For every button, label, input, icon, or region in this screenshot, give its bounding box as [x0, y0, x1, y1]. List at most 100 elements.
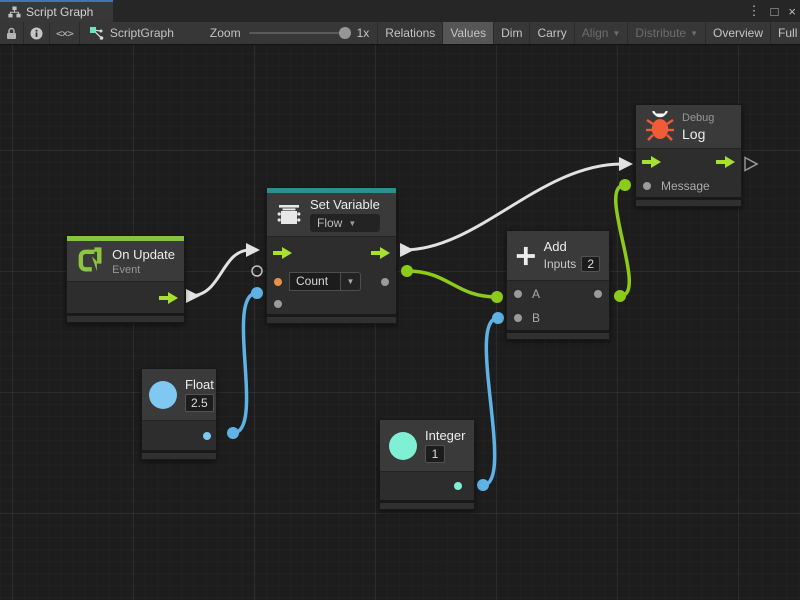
float-output-port[interactable]	[203, 432, 211, 440]
node-on-update[interactable]: On Update Event	[66, 235, 185, 323]
node-subtitle: Event	[112, 264, 175, 276]
node-set-variable[interactable]: Set Variable Flow ▼ Count ▼	[266, 187, 397, 324]
flow-input-port[interactable]	[273, 247, 292, 259]
window-menu-icon[interactable]: ⋮	[748, 3, 761, 19]
wire-setvariable-to-add-a[interactable]	[407, 271, 497, 297]
info-icon	[30, 27, 43, 40]
hierarchy-icon	[8, 6, 21, 18]
variable-icon	[276, 202, 302, 227]
flow-arrowhead	[619, 157, 633, 171]
unconnected-flow-port[interactable]	[745, 158, 757, 171]
wire-endpoint	[492, 312, 504, 324]
flow-output-port[interactable]	[716, 156, 735, 168]
node-category: Debug	[682, 112, 714, 124]
port-label-message: Message	[661, 179, 710, 193]
node-debug-log[interactable]: Debug Log Message	[635, 104, 742, 207]
integer-value-field[interactable]: 1	[425, 445, 445, 463]
overview-button[interactable]: Overview	[705, 22, 770, 44]
fullscreen-button[interactable]: Full Screen	[770, 22, 800, 44]
node-integer[interactable]: Integer 1	[379, 419, 475, 510]
wire-endpoint	[251, 287, 263, 299]
chevron-down-icon: ▼	[690, 29, 698, 38]
tab-bar: Script Graph ⋮ □ ×	[0, 0, 800, 22]
float-icon	[149, 381, 177, 409]
wire-onupdate-to-setvariable[interactable]	[190, 250, 250, 296]
wire-float-to-setvariable[interactable]	[233, 293, 257, 433]
integer-output-port[interactable]	[454, 482, 462, 490]
chevron-down-icon[interactable]: ▼	[341, 272, 361, 291]
flow-arrowhead	[186, 289, 200, 303]
graph-breadcrumb[interactable]: ScriptGraph	[80, 22, 184, 44]
tab-title: Script Graph	[26, 5, 93, 19]
sum-output-port[interactable]	[594, 290, 602, 298]
graph-canvas[interactable]: On Update Event Set Variable	[0, 45, 800, 600]
wire-endpoint	[477, 479, 489, 491]
zoom-slider-handle[interactable]	[339, 27, 351, 39]
input-b-port[interactable]	[514, 314, 522, 322]
wire-integer-to-add-b[interactable]	[483, 318, 498, 485]
node-footer	[636, 197, 741, 206]
graph-name: ScriptGraph	[110, 26, 174, 40]
maximize-icon[interactable]: □	[771, 4, 779, 19]
chevron-down-icon: ▼	[612, 29, 620, 38]
value-output-port[interactable]	[381, 278, 389, 286]
wire-endpoint	[614, 290, 626, 302]
node-footer	[67, 313, 184, 322]
float-value-field[interactable]: 2.5	[185, 394, 214, 412]
variable-name-field[interactable]: Count ▼	[289, 272, 361, 291]
node-title: Float	[185, 377, 214, 392]
flow-arrowhead	[400, 243, 414, 257]
node-footer	[267, 314, 396, 323]
graph-toolbar: <×> ScriptGraph Zoom 1x Relations Values…	[0, 22, 800, 45]
align-button[interactable]: Align ▼	[574, 22, 628, 44]
inputs-count-field[interactable]: 2	[581, 256, 600, 272]
node-title: Add	[544, 239, 600, 254]
node-title: Set Variable	[310, 197, 380, 212]
port-label-a: A	[532, 287, 540, 301]
input-a-port[interactable]	[514, 290, 522, 298]
flow-input-port[interactable]	[642, 156, 661, 168]
node-float[interactable]: Float 2.5	[141, 368, 217, 460]
node-footer	[142, 450, 216, 459]
lock-button[interactable]	[0, 22, 24, 44]
zoom-label: Zoom	[210, 26, 241, 40]
message-input-port[interactable]	[643, 182, 651, 190]
wire-endpoint	[401, 265, 413, 277]
dim-button[interactable]: Dim	[493, 22, 529, 44]
zoom-value: 1x	[357, 26, 370, 40]
node-footer	[507, 330, 609, 339]
wire-endpoint	[619, 179, 631, 191]
wire-endpoint	[491, 291, 503, 303]
chevron-down-icon: ▼	[348, 219, 356, 228]
unconnected-value-port[interactable]	[252, 266, 262, 276]
node-footer	[380, 500, 474, 509]
node-title: Integer	[425, 428, 465, 443]
tab-script-graph[interactable]: Script Graph	[0, 0, 113, 22]
info-button[interactable]	[24, 22, 50, 44]
wire-add-to-message[interactable]	[616, 185, 630, 296]
lock-icon	[6, 27, 17, 40]
inputs-label: Inputs	[544, 257, 577, 271]
value-input-port[interactable]	[274, 300, 282, 308]
distribute-button[interactable]: Distribute ▼	[627, 22, 705, 44]
wire-endpoint	[227, 427, 239, 439]
zoom-slider[interactable]	[249, 32, 349, 34]
values-button[interactable]: Values	[442, 22, 493, 44]
variable-kind-dropdown[interactable]: Flow ▼	[310, 214, 380, 232]
bug-icon	[646, 111, 674, 142]
script-graph-icon	[90, 27, 104, 40]
flow-output-port[interactable]	[371, 247, 390, 259]
carry-button[interactable]: Carry	[529, 22, 573, 44]
variable-name-port[interactable]	[274, 278, 282, 286]
loop-icon	[76, 246, 104, 276]
flow-output-port[interactable]	[159, 292, 178, 304]
flow-arrowhead	[246, 243, 260, 257]
plus-icon	[516, 243, 536, 269]
code-icon: <×>	[56, 27, 73, 40]
close-icon[interactable]: ×	[788, 4, 796, 19]
node-add[interactable]: Add Inputs 2 A B	[506, 230, 610, 340]
integer-icon	[389, 432, 417, 460]
code-toggle-button[interactable]: <×>	[50, 22, 80, 44]
node-title: Log	[682, 126, 714, 142]
relations-button[interactable]: Relations	[377, 22, 442, 44]
